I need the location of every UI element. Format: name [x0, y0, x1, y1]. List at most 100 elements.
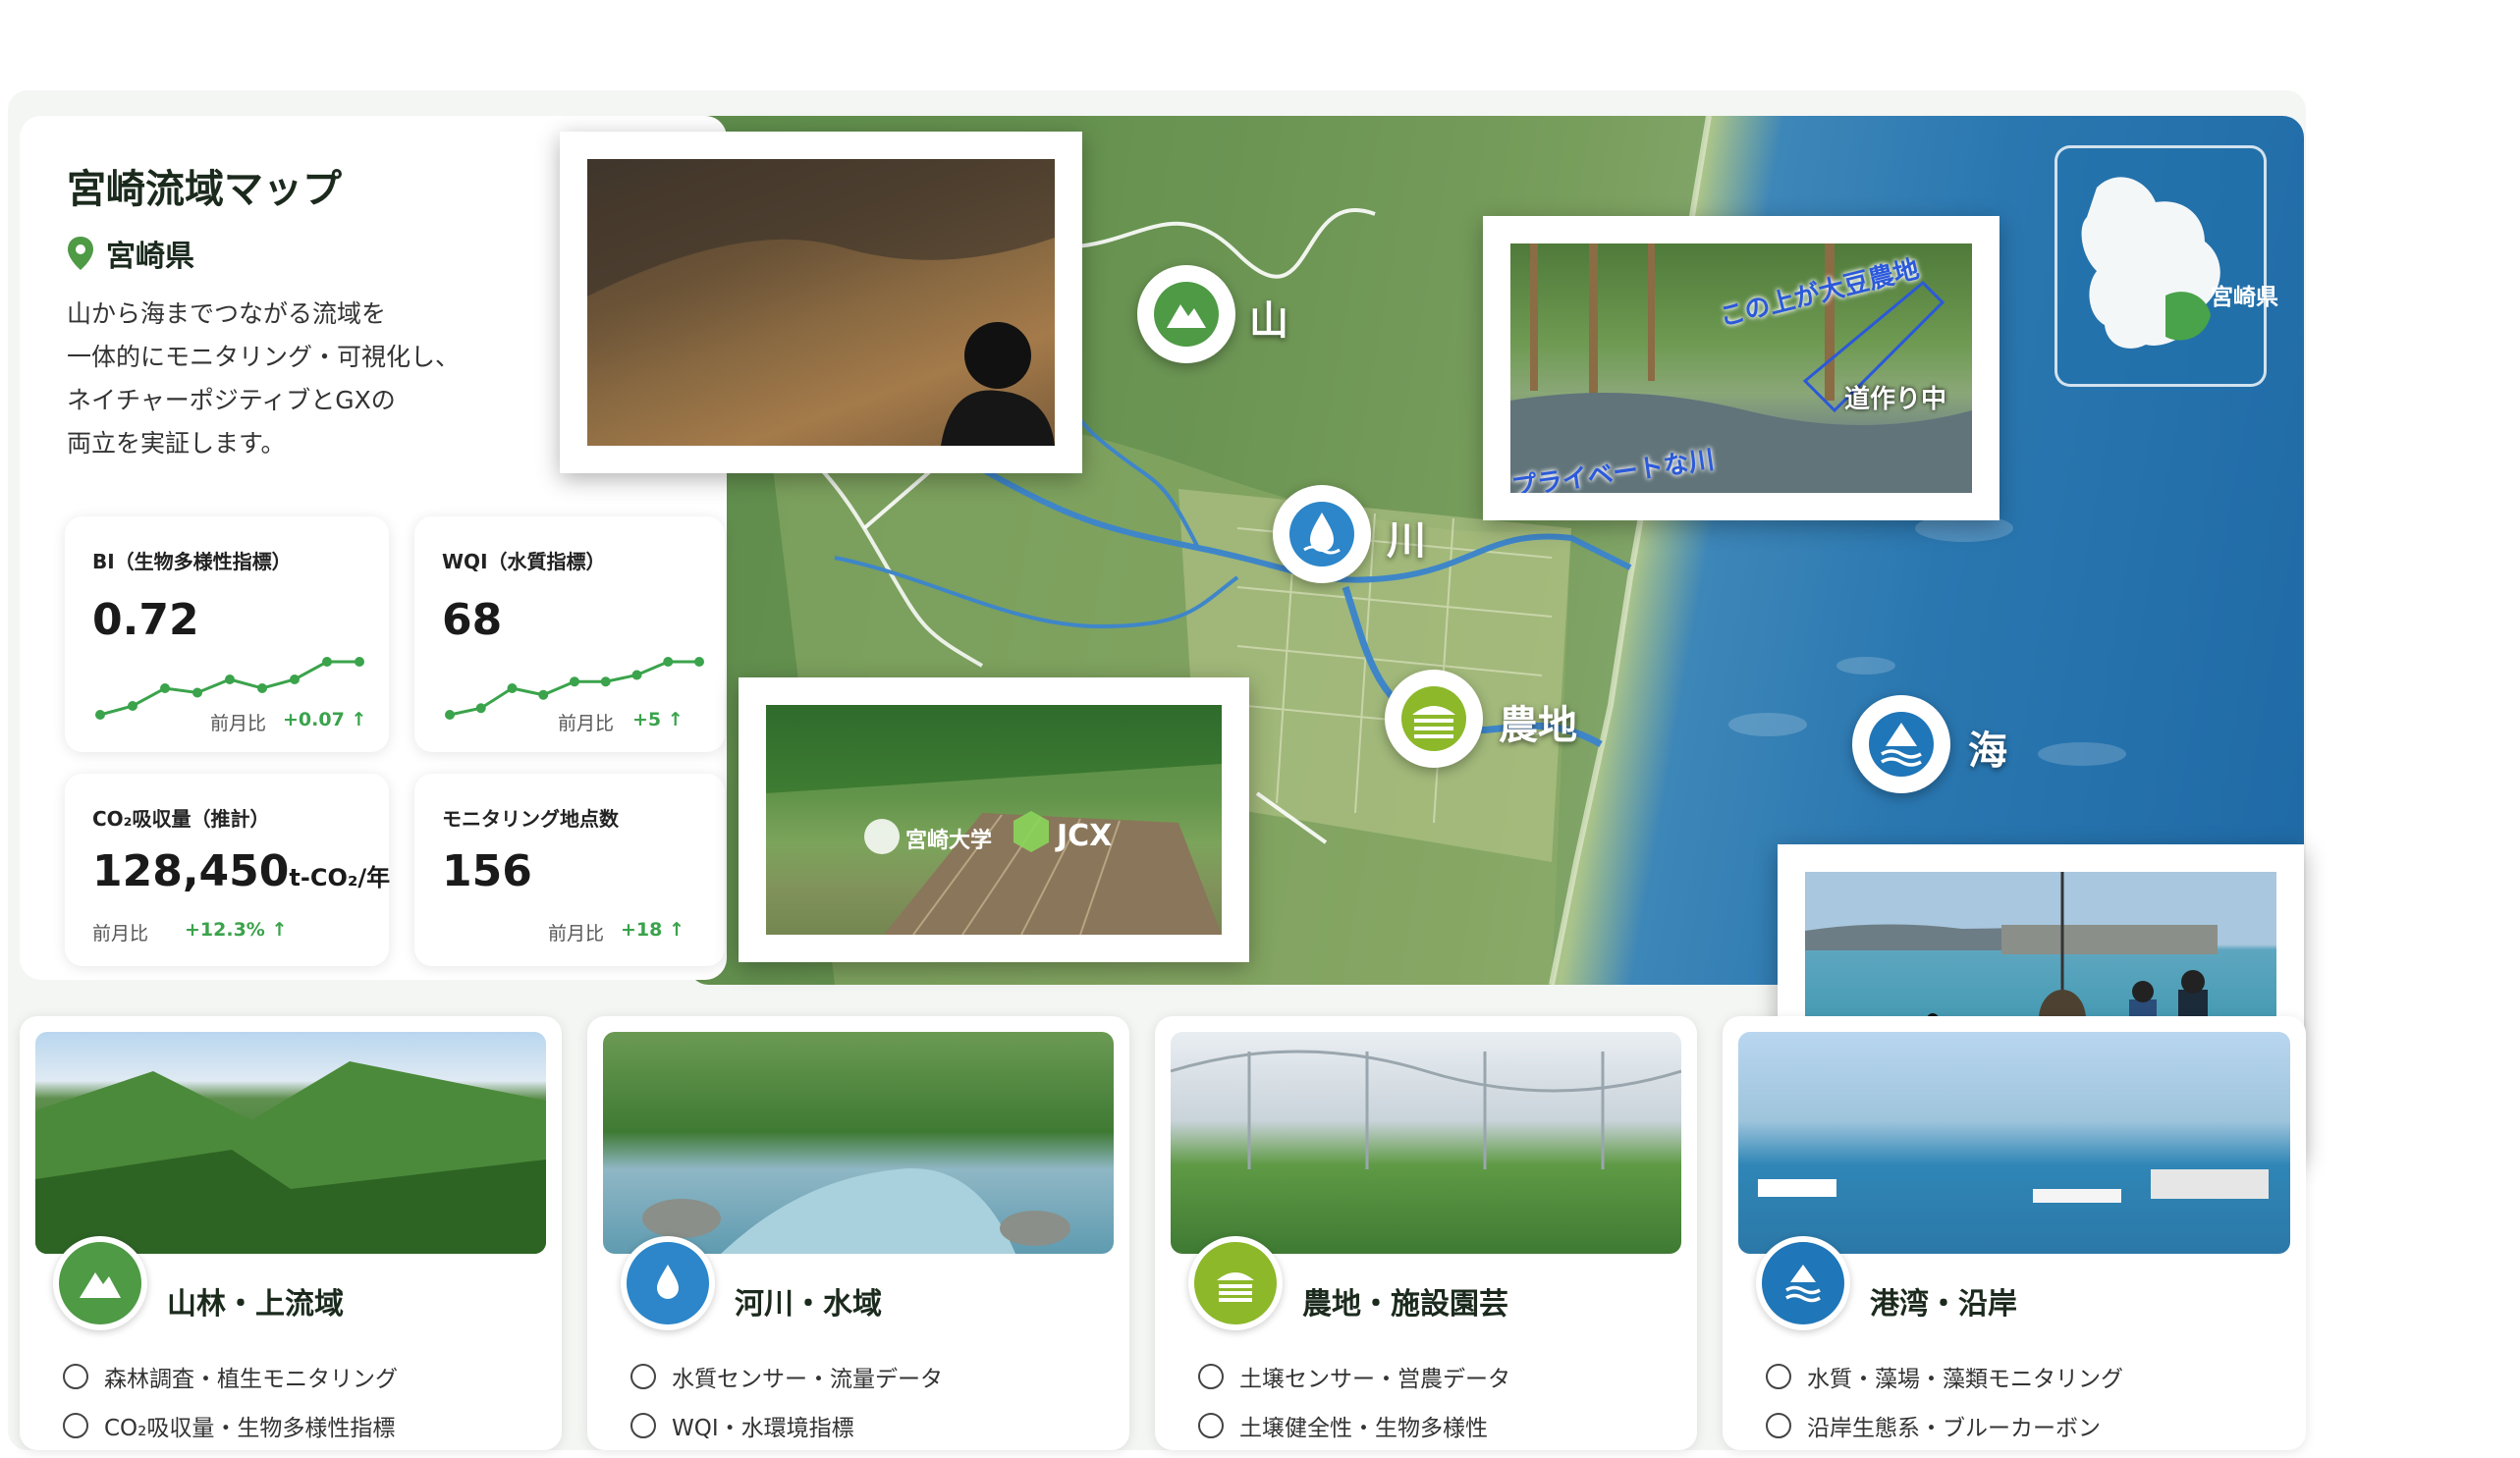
forest-category-icon — [53, 1236, 147, 1330]
coast-item-1: 水質・藻場・藻類モニタリング — [1766, 1360, 2123, 1393]
description: 山から海までつながる流域を 一体的にモニタリング・可視化し、 ネイチャーポジティ… — [67, 293, 558, 465]
farm-marker-label: 農地 — [1499, 703, 1577, 748]
forest-category-title: 山林・上流域 — [167, 1287, 344, 1322]
points-value: 156 — [442, 846, 532, 896]
co2-unit: t-CO₂/年 — [289, 864, 391, 891]
category-card-coast[interactable]: 港湾・沿岸 水質・藻場・藻類モニタリング 沿岸生態系・ブルーカーボン — [1723, 1016, 2306, 1450]
monitoring-points-card[interactable]: モニタリング地点数 156 前月比 +18 ↑ — [414, 774, 725, 966]
sparkline-point — [95, 710, 105, 720]
location-row: 宮崎県 — [67, 232, 194, 275]
jcx-logo-text: JCX — [1057, 819, 1113, 853]
sparkline-path — [99, 660, 359, 717]
co2-card[interactable]: CO₂吸収量（推計） 128,450t-CO₂/年 前月比 +12.3% ↑ — [65, 774, 391, 966]
description-line: 山から海までつながる流域を — [67, 299, 387, 328]
description-line: 一体的にモニタリング・可視化し、 — [67, 343, 461, 371]
river-stream-photo — [603, 1032, 1114, 1254]
forest-item-2: CO₂吸収量・生物多様性指標 — [63, 1409, 395, 1442]
co2-compare-label: 前月比 — [92, 923, 149, 945]
wqi-card[interactable]: WQI（水質指標） 68 前月比 +5 ↑ — [414, 516, 725, 752]
river-photo[interactable]: この上が大豆農地 道作り中 プライベートな川 — [1483, 216, 2000, 520]
sparkline-point — [600, 676, 611, 687]
bi-compare-label: 前月比 — [210, 713, 267, 734]
harbor-photo — [1738, 1032, 2290, 1254]
points-label: モニタリング地点数 — [442, 807, 619, 831]
bi-card[interactable]: BI（生物多様性指標） 0.72 前月比 +0.07 ↑ — [65, 516, 389, 752]
sensor-icon — [630, 1364, 656, 1389]
forest-item-1-label: 森林調査・植生モニタリング — [104, 1367, 398, 1392]
river-marker-label: 川 — [1387, 518, 1426, 564]
coast-category-title: 港湾・沿岸 — [1870, 1287, 2017, 1322]
seaweed-icon — [1766, 1364, 1791, 1389]
description-line: ネイチャーポジティブとGXの — [67, 386, 396, 414]
sea-wave-icon — [1869, 712, 1934, 777]
farm-item-2-label: 土壌健全性・生物多様性 — [1239, 1416, 1488, 1441]
river-photo-note-mid: 道作り中 — [1844, 385, 1947, 414]
coast-item-2: 沿岸生態系・ブルーカーボン — [1766, 1409, 2101, 1442]
river-item-1: 水質センサー・流量データ — [630, 1360, 943, 1393]
description-line: 両立を実証します。 — [67, 429, 286, 458]
points-change: +18 ↑ — [621, 919, 685, 941]
soil-sensor-icon — [1198, 1364, 1224, 1389]
mountain-marker[interactable] — [1137, 265, 1235, 363]
farm-item-1: 土壌センサー・営農データ — [1198, 1360, 1510, 1393]
farm-field-icon — [1401, 686, 1466, 751]
farm-category-icon — [1188, 1236, 1283, 1330]
category-card-river[interactable]: 河川・水域 水質センサー・流量データ WQI・水環境指標 — [587, 1016, 1129, 1450]
farm-photo[interactable]: 宮崎大学 JCX — [739, 677, 1249, 962]
category-card-forest[interactable]: 山林・上流域 森林調査・植生モニタリング CO₂吸収量・生物多様性指標 — [20, 1016, 562, 1450]
farm-marker[interactable] — [1385, 670, 1483, 768]
co2-change: +12.3% ↑ — [185, 919, 288, 941]
mountain-photo[interactable] — [560, 132, 1082, 473]
wqi-label: WQI（水質指標） — [442, 550, 606, 573]
sparkline-point — [225, 675, 235, 684]
river-category-title: 河川・水域 — [735, 1287, 882, 1322]
sparkline-point — [128, 701, 137, 711]
river-item-2-label: WQI・水環境指標 — [672, 1416, 854, 1441]
points-compare-label: 前月比 — [548, 923, 605, 945]
farm-category-title: 農地・施設園芸 — [1302, 1287, 1508, 1322]
wqi-icon — [630, 1413, 656, 1438]
location-label: 宮崎県 — [106, 240, 194, 274]
sparkline-point — [355, 657, 364, 667]
bi-value: 0.72 — [92, 595, 199, 645]
farm-item-1-label: 土壌センサー・営農データ — [1239, 1367, 1510, 1392]
sparkline-point — [694, 657, 704, 667]
coast-category-icon — [1756, 1236, 1850, 1330]
co2-label: CO₂吸収量（推計） — [92, 807, 270, 831]
sparkline-point — [631, 670, 642, 680]
sparkline-point — [257, 683, 267, 693]
page-title: 宮崎流域マップ — [67, 167, 342, 212]
sparkline-point — [570, 676, 579, 687]
sparkline-point — [475, 703, 486, 714]
sparkline-point — [290, 675, 300, 684]
wqi-change: +5 ↑ — [632, 709, 684, 730]
river-marker[interactable] — [1273, 485, 1371, 583]
forest-photo — [35, 1032, 546, 1254]
forest-item-2-label: CO₂吸収量・生物多様性指標 — [104, 1416, 396, 1441]
category-card-farm[interactable]: 農地・施設園芸 土壌センサー・営農データ 土壌健全性・生物多様性 — [1155, 1016, 1697, 1450]
soil-health-icon — [1198, 1413, 1224, 1438]
co2-value: 128,450 — [92, 846, 290, 896]
river-item-1-label: 水質センサー・流量データ — [672, 1367, 943, 1392]
water-drop-icon — [1289, 502, 1354, 567]
sea-marker[interactable] — [1852, 695, 1950, 793]
farm-item-2: 土壌健全性・生物多様性 — [1198, 1409, 1488, 1442]
blue-carbon-icon — [1766, 1413, 1791, 1438]
river-item-2: WQI・水環境指標 — [630, 1409, 854, 1442]
sparkline-point — [160, 683, 170, 693]
location-pin-icon — [68, 237, 93, 270]
bi-change: +0.07 ↑ — [283, 709, 367, 730]
kyushu-inset-map — [2054, 145, 2267, 387]
sparkline-point — [445, 710, 455, 720]
coast-item-2-label: 沿岸生態系・ブルーカーボン — [1807, 1416, 2101, 1441]
sparkline-point — [322, 657, 332, 667]
sparkline-point — [507, 683, 518, 693]
sea-marker-label: 海 — [1968, 729, 2007, 774]
bi-label: BI（生物多様性指標） — [92, 550, 292, 573]
co2-icon — [63, 1413, 88, 1438]
river-category-icon — [621, 1236, 715, 1330]
sparkline-point — [663, 657, 674, 667]
university-logo-text: 宮崎大学 — [905, 829, 993, 853]
sparkline-point — [538, 689, 549, 700]
forest-item-1: 森林調査・植生モニタリング — [63, 1360, 398, 1393]
